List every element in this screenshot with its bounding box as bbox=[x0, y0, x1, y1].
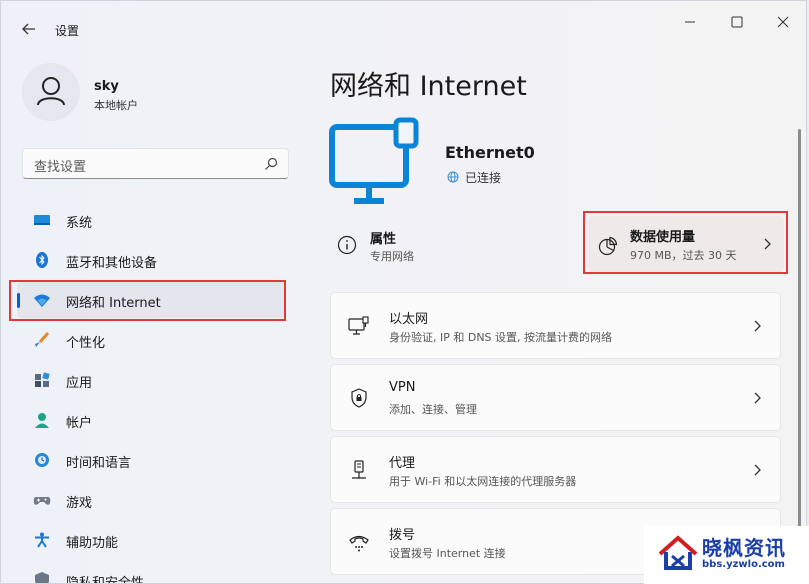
info-icon bbox=[337, 235, 357, 255]
sidebar-item-accessibility[interactable]: 辅助功能 bbox=[17, 522, 285, 558]
card-title: VPN bbox=[389, 380, 416, 395]
pie-chart-icon bbox=[598, 236, 618, 256]
close-button[interactable] bbox=[766, 9, 800, 35]
sidebar-item-label: 帐户 bbox=[66, 416, 93, 431]
chevron-right-icon bbox=[754, 392, 761, 404]
properties-title: 属性 bbox=[370, 232, 397, 247]
search-placeholder: 查找设置 bbox=[34, 160, 87, 175]
minimize-button[interactable] bbox=[673, 9, 707, 35]
data-usage-title: 数据使用量 bbox=[630, 230, 696, 245]
avatar[interactable] bbox=[22, 63, 80, 121]
close-icon bbox=[777, 16, 789, 28]
sidebar-item-apps[interactable]: 应用 bbox=[17, 362, 285, 398]
display-icon bbox=[34, 215, 50, 225]
card-title: 代理 bbox=[389, 456, 416, 471]
sidebar-item-label: 游戏 bbox=[66, 496, 93, 511]
vpn-card[interactable]: VPN 添加、连接、管理 bbox=[330, 364, 781, 431]
sidebar-item-label: 应用 bbox=[66, 376, 93, 391]
back-button[interactable] bbox=[15, 15, 43, 43]
watermark-url: bbs.yzwlo.com bbox=[702, 559, 785, 570]
gamepad-icon bbox=[33, 497, 51, 505]
sidebar-item-network[interactable]: 网络和 Internet bbox=[17, 282, 285, 318]
properties-subtitle: 专用网络 bbox=[370, 250, 414, 263]
data-usage-link[interactable]: 数据使用量 970 MB，过去 30 天 bbox=[588, 216, 784, 272]
arrow-left-icon bbox=[22, 23, 35, 35]
card-subtitle: 添加、连接、管理 bbox=[389, 403, 477, 416]
search-icon bbox=[265, 157, 278, 170]
chevron-right-icon bbox=[764, 238, 771, 250]
sidebar-item-gaming[interactable]: 游戏 bbox=[17, 482, 285, 518]
data-usage-subtitle: 970 MB，过去 30 天 bbox=[630, 249, 737, 262]
watermark-title: 晓枫资讯 bbox=[702, 536, 786, 560]
card-subtitle: 身份验证, IP 和 DNS 设置, 按流量计费的网络 bbox=[389, 331, 613, 344]
sidebar-item-bluetooth[interactable]: 蓝牙和其他设备 bbox=[17, 242, 285, 278]
maximize-button[interactable] bbox=[720, 9, 754, 35]
sidebar-item-accounts[interactable]: 帐户 bbox=[17, 402, 285, 438]
brush-icon bbox=[35, 332, 50, 347]
house-logo-icon bbox=[658, 535, 698, 570]
proxy-icon bbox=[352, 460, 366, 479]
scrollbar[interactable] bbox=[798, 129, 801, 549]
accessibility-icon bbox=[35, 532, 49, 548]
sidebar-item-time-language[interactable]: 时间和语言 bbox=[17, 442, 285, 478]
sidebar-item-label: 时间和语言 bbox=[66, 456, 132, 471]
chevron-right-icon bbox=[754, 464, 761, 476]
apps-icon bbox=[35, 372, 50, 387]
settings-window: 设置 sky 本地帐户 查找设置 系统 蓝牙和其他设备 网络和 Internet… bbox=[0, 0, 807, 584]
chevron-right-icon bbox=[754, 320, 761, 332]
account-type: 本地帐户 bbox=[94, 99, 138, 112]
proxy-card[interactable]: 代理 用于 Wi-Fi 和以太网连接的代理服务器 bbox=[330, 436, 781, 503]
sidebar-item-label: 蓝牙和其他设备 bbox=[66, 256, 158, 271]
card-title: 以太网 bbox=[389, 312, 429, 327]
globe-clock-icon bbox=[35, 453, 49, 467]
dialup-icon bbox=[349, 535, 369, 552]
person-icon bbox=[37, 77, 65, 106]
page-title: 网络和 Internet bbox=[330, 71, 527, 102]
user-name: sky bbox=[94, 79, 119, 94]
bluetooth-icon bbox=[36, 252, 48, 268]
card-subtitle: 用于 Wi-Fi 和以太网连接的代理服务器 bbox=[389, 475, 577, 488]
ethernet-icon bbox=[348, 316, 369, 335]
sidebar-item-personalization[interactable]: 个性化 bbox=[17, 322, 285, 358]
ethernet-settings-card[interactable]: 以太网 身份验证, IP 和 DNS 设置, 按流量计费的网络 bbox=[330, 292, 781, 359]
shield-icon bbox=[35, 572, 49, 583]
sidebar-item-label: 个性化 bbox=[66, 336, 106, 351]
title-bar: 设置 bbox=[1, 1, 806, 45]
connection-status: 已连接 bbox=[465, 171, 502, 185]
ethernet-monitor-icon bbox=[329, 117, 419, 204]
properties-link[interactable]: 属性 专用网络 bbox=[330, 218, 570, 276]
search-input[interactable]: 查找设置 bbox=[22, 148, 289, 179]
sidebar-item-system[interactable]: 系统 bbox=[17, 202, 285, 238]
person-icon bbox=[35, 413, 49, 428]
vpn-shield-icon bbox=[351, 388, 367, 408]
maximize-icon bbox=[731, 16, 743, 28]
connection-name: Ethernet0 bbox=[445, 143, 535, 162]
wifi-icon bbox=[34, 294, 50, 307]
sidebar-item-label: 网络和 Internet bbox=[66, 296, 161, 311]
globe-icon bbox=[447, 171, 459, 183]
sidebar-item-label: 隐私和安全性 bbox=[66, 576, 145, 584]
sidebar-item-privacy[interactable]: 隐私和安全性 bbox=[17, 562, 285, 584]
card-subtitle: 设置拨号 Internet 连接 bbox=[389, 547, 506, 560]
sidebar-item-label: 辅助功能 bbox=[66, 536, 119, 551]
sidebar-item-label: 系统 bbox=[66, 216, 93, 231]
card-title: 拨号 bbox=[389, 528, 416, 543]
minimize-icon bbox=[685, 21, 695, 23]
watermark: 晓枫资讯 bbs.yzwlo.com bbox=[644, 526, 809, 584]
window-title: 设置 bbox=[55, 24, 80, 38]
